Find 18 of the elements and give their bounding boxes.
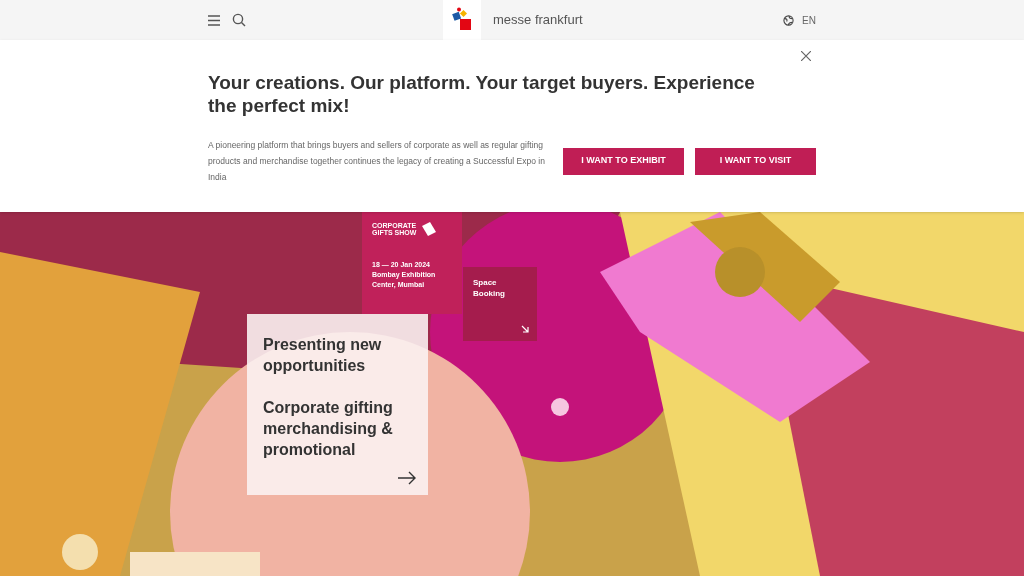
globe-icon[interactable] (783, 14, 795, 26)
cta-button[interactable]: I WANT TO EXHIBIT (563, 147, 684, 175)
arrow-icon (521, 325, 529, 333)
brand-name: messe frankfurt (493, 11, 583, 30)
booking-card[interactable]: Space Booking (463, 267, 537, 341)
banner-title: Your creations. Our platform. Your target buyers. Experience the perfect mix! (208, 71, 756, 117)
logo-tile[interactable] (443, 0, 481, 40)
arrow-icon[interactable] (398, 471, 416, 485)
language-selector[interactable]: EN (802, 12, 816, 28)
close-icon[interactable] (801, 51, 811, 61)
teaser-card[interactable]: Presenting new opportunities Corporate gifting merchandising & promotional (247, 314, 428, 495)
cta-button[interactable]: I WANT TO VISIT (695, 147, 816, 175)
logo-icon (452, 7, 472, 33)
banner-text: A pioneering platform that brings buyers and sellers of corporate as well as regular gifting products and merchandise together continues the legacy of creating a Successful Expo in India (208, 139, 546, 184)
menu-icon[interactable] (208, 14, 220, 26)
teaser-text: Presenting new opportunities (263, 335, 383, 376)
search-icon[interactable] (232, 13, 246, 27)
teaser-text: Corporate gifting merchandising & promotional (263, 398, 394, 460)
